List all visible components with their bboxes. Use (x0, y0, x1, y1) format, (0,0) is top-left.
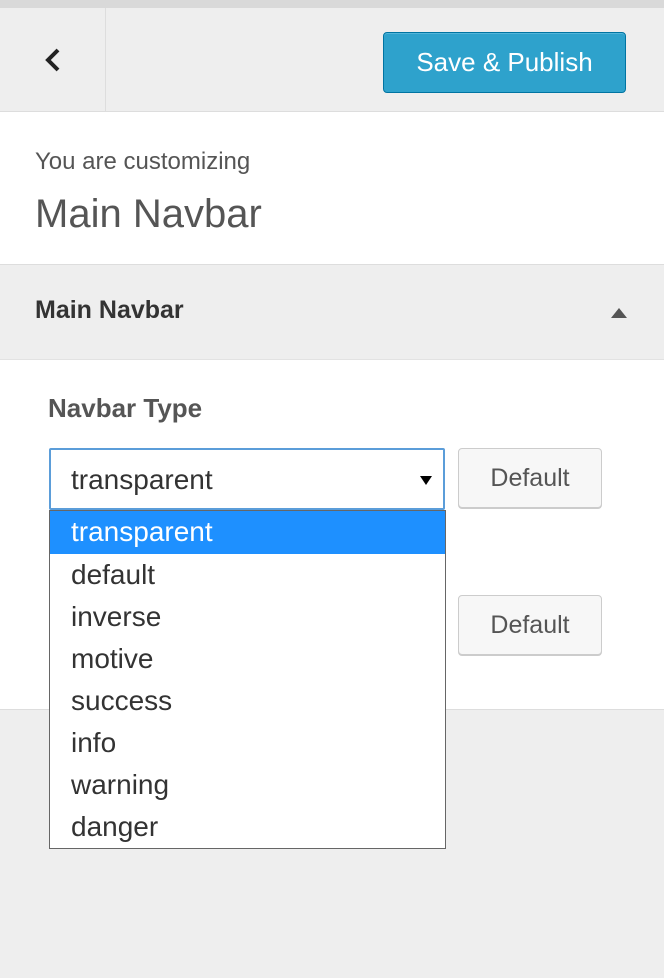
option-warning[interactable]: warning (50, 764, 445, 806)
navbar-type-label: Navbar Type (48, 393, 203, 423)
section-title: Main Navbar (35, 296, 184, 324)
save-publish-button[interactable]: Save & Publish (383, 32, 626, 93)
option-danger[interactable]: danger (50, 806, 445, 848)
back-button[interactable] (0, 8, 106, 112)
option-info[interactable]: info (50, 722, 445, 764)
option-inverse[interactable]: inverse (50, 596, 445, 638)
customizing-info: You are customizing Main Navbar (0, 112, 664, 265)
customizer-header: Save & Publish (0, 8, 664, 112)
customizing-title: Main Navbar (35, 192, 262, 236)
caret-down-icon (420, 476, 432, 485)
default-button[interactable]: Default (458, 448, 602, 508)
triangle-up-icon (611, 308, 627, 318)
option-default[interactable]: default (50, 554, 445, 596)
top-strip (0, 0, 664, 8)
select-value: transparent (71, 464, 213, 495)
chevron-left-icon (44, 48, 59, 72)
option-transparent[interactable]: transparent (50, 511, 445, 554)
option-success[interactable]: success (50, 680, 445, 722)
default-button-2[interactable]: Default (458, 595, 602, 655)
navbar-type-select[interactable]: transparent (49, 448, 445, 510)
option-motive[interactable]: motive (50, 638, 445, 680)
customizing-caption: You are customizing (35, 148, 251, 175)
section-header-main-navbar[interactable]: Main Navbar (0, 265, 664, 360)
navbar-type-options: transparent default inverse motive succe… (49, 510, 446, 849)
